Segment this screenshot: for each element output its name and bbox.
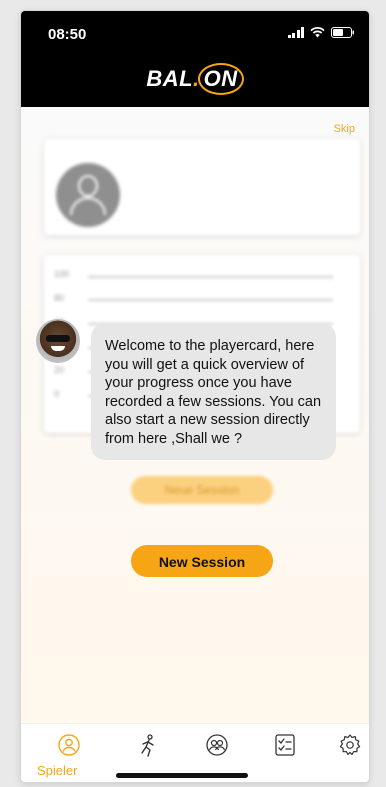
battery-icon	[331, 27, 354, 38]
wifi-icon	[310, 27, 325, 38]
logo-text-prefix: BAL	[146, 66, 194, 91]
tab-spieler-label[interactable]: Spieler	[37, 763, 77, 778]
chart-tick: 100	[54, 269, 70, 279]
new-session-button[interactable]: New Session	[131, 545, 273, 577]
tab-team[interactable]	[206, 734, 228, 756]
running-icon	[141, 734, 154, 757]
coach-sunglasses	[46, 335, 70, 342]
home-indicator	[116, 773, 248, 778]
tab-training[interactable]	[138, 734, 158, 758]
logo-ring: ON	[197, 63, 244, 95]
chart-tick: 0	[54, 389, 60, 399]
app-header: 08:50 BAL. ON	[21, 11, 369, 107]
chart-tick: 20	[54, 365, 65, 375]
chart-tick: 80	[54, 293, 65, 303]
status-icons	[287, 27, 356, 38]
gear-icon	[339, 734, 361, 755]
profile-card	[44, 139, 360, 235]
tab-spieler[interactable]	[58, 734, 80, 756]
tab-checklist[interactable]	[275, 734, 295, 756]
player-icon	[58, 734, 80, 756]
balon-logo: BAL. ON	[21, 63, 369, 95]
skip-link[interactable]: Skip	[334, 123, 355, 135]
avatar-placeholder-icon	[56, 163, 120, 227]
chart-gridline	[88, 276, 333, 278]
logo-text-suffix: ON	[203, 66, 238, 91]
coach-avatar	[36, 319, 80, 363]
phone-screen: 08:50 BAL. ON Skip 100 80 20 0 Neue Sess…	[21, 11, 369, 782]
coach-smile	[51, 346, 65, 351]
tab-settings[interactable]	[339, 734, 361, 756]
chart-gridline	[88, 299, 333, 301]
status-time: 08:50	[48, 26, 87, 43]
team-icon	[206, 734, 228, 756]
neue-session-button-blurred: Neue Session	[131, 476, 273, 504]
playercard-content: Skip 100 80 60 40 20 0 Neue Session New …	[21, 107, 369, 723]
signal-icon	[287, 27, 304, 38]
welcome-speech-bubble: Welcome to the playercard, here you will…	[91, 323, 336, 460]
checklist-icon	[275, 734, 295, 756]
